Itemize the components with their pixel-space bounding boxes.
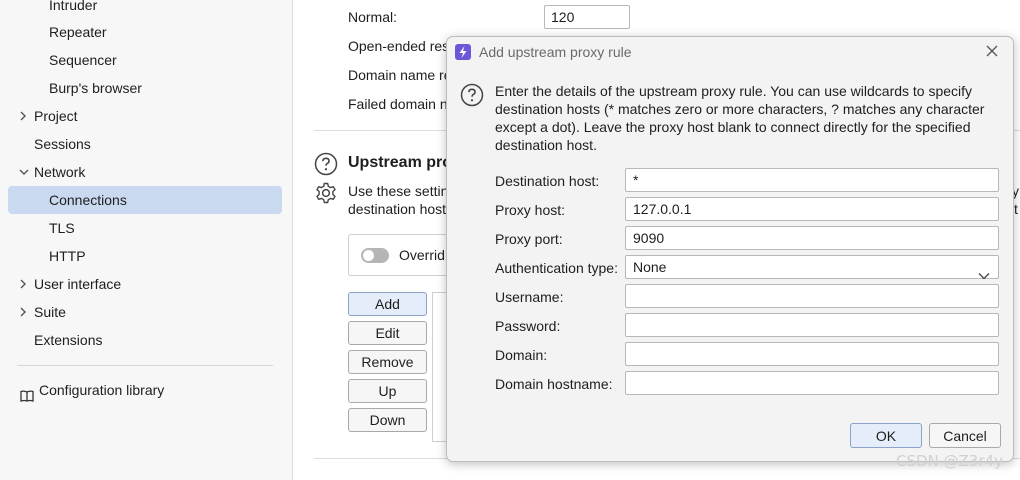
burp-logo-icon <box>455 44 471 60</box>
chevron-down-icon <box>978 264 990 286</box>
chevron-right-icon[interactable] <box>18 102 30 130</box>
sidebar-item-label: Repeater <box>49 24 107 40</box>
proxy-host-label: Proxy host: <box>495 202 566 218</box>
sidebar-item-label: Project <box>34 108 78 124</box>
sidebar-item-label: User interface <box>34 276 122 292</box>
sidebar-item-http[interactable]: HTTP <box>8 242 282 270</box>
book-icon <box>20 384 34 410</box>
override-toggle[interactable] <box>361 248 389 263</box>
watermark-text: CSDN @Z3r4y <box>896 452 1003 470</box>
upstream-description-overflow: t <box>1014 201 1018 217</box>
sidebar-item-label: Sequencer <box>49 52 117 68</box>
upstream-proxy-section-title: Upstream pro <box>348 154 453 171</box>
configuration-library-label: Configuration library <box>39 382 165 398</box>
chevron-right-icon[interactable] <box>18 298 30 326</box>
sidebar-item-suite[interactable]: Suite <box>8 298 282 326</box>
upstream-description-line2: destination host <box>348 201 447 217</box>
override-option-box: Overrid <box>348 234 458 276</box>
domain-resolution-timeout-label: Domain name re <box>348 67 452 83</box>
sidebar-item-sequencer[interactable]: Sequencer <box>8 46 282 74</box>
sidebar-item-label: TLS <box>49 220 75 236</box>
failed-domain-timeout-label: Failed domain n <box>348 96 448 112</box>
sidebar-item-label: Suite <box>34 304 66 320</box>
username-label: Username: <box>495 289 564 305</box>
remove-rule-button[interactable]: Remove <box>348 350 427 374</box>
sidebar-item-label: HTTP <box>49 248 86 264</box>
sidebar-item-label: Intruder <box>49 0 98 13</box>
add-upstream-proxy-rule-dialog: Add upstream proxy rule Enter the detail… <box>446 36 1014 462</box>
sidebar-item-label: Sessions <box>34 136 91 152</box>
open-ended-timeout-label: Open-ended res <box>348 38 450 54</box>
sidebar-item-label: Burp's browser <box>49 80 142 96</box>
domain-hostname-label: Domain hostname: <box>495 376 613 392</box>
sidebar-item-burps-browser[interactable]: Burp's browser <box>8 74 282 102</box>
help-icon[interactable] <box>314 152 338 179</box>
dialog-description: Enter the details of the upstream proxy … <box>495 83 985 153</box>
sidebar-item-intruder[interactable]: Intruder <box>8 0 282 19</box>
chevron-right-icon[interactable] <box>18 270 30 298</box>
move-down-button[interactable]: Down <box>348 408 427 432</box>
proxy-port-field[interactable]: 9090 <box>625 226 999 250</box>
sidebar-item-repeater[interactable]: Repeater <box>8 18 282 46</box>
sidebar-item-network[interactable]: Network <box>8 158 282 186</box>
sidebar-divider <box>17 365 273 366</box>
domain-hostname-field[interactable] <box>625 371 999 395</box>
sidebar-item-connections[interactable]: Connections <box>8 186 282 214</box>
domain-field[interactable] <box>625 342 999 366</box>
password-label: Password: <box>495 318 561 334</box>
proxy-host-field[interactable]: 127.0.0.1 <box>625 197 999 221</box>
ok-button[interactable]: OK <box>850 423 922 448</box>
destination-host-field[interactable]: * <box>625 168 999 192</box>
authentication-type-value: None <box>633 259 667 275</box>
chevron-down-icon[interactable] <box>18 158 30 186</box>
destination-host-label: Destination host: <box>495 173 600 189</box>
username-field[interactable] <box>625 284 999 308</box>
password-field[interactable] <box>625 313 999 337</box>
settings-sidebar: Intruder Repeater Sequencer Burp's brows… <box>0 0 293 480</box>
dialog-titlebar: Add upstream proxy rule <box>447 37 1013 67</box>
normal-timeout-field[interactable]: 120 <box>544 5 630 29</box>
proxy-port-label: Proxy port: <box>495 231 563 247</box>
help-icon <box>460 83 484 110</box>
upstream-description-line1: Use these settin <box>348 183 449 199</box>
cancel-button[interactable]: Cancel <box>929 423 1001 448</box>
dialog-title: Add upstream proxy rule <box>479 44 632 60</box>
sidebar-item-label: Extensions <box>34 332 103 348</box>
domain-label: Domain: <box>495 347 548 363</box>
edit-rule-button[interactable]: Edit <box>348 321 427 345</box>
sidebar-item-extensions[interactable]: Extensions <box>8 326 282 354</box>
sidebar-item-tls[interactable]: TLS <box>8 214 282 242</box>
move-up-button[interactable]: Up <box>348 379 427 403</box>
close-icon[interactable] <box>985 44 999 58</box>
sidebar-item-user-interface[interactable]: User interface <box>8 270 282 298</box>
gear-icon[interactable] <box>314 181 338 208</box>
toggle-knob <box>363 250 374 261</box>
add-rule-button[interactable]: Add <box>348 292 427 316</box>
sidebar-item-sessions[interactable]: Sessions <box>8 130 282 158</box>
sidebar-item-label: Connections <box>49 192 127 208</box>
sidebar-item-project[interactable]: Project <box>8 102 282 130</box>
authentication-type-label: Authentication type: <box>495 260 618 276</box>
override-label: Overrid <box>399 247 445 263</box>
normal-timeout-label: Normal: <box>348 9 398 25</box>
authentication-type-select[interactable]: None <box>625 255 999 280</box>
sidebar-item-label: Network <box>34 164 86 180</box>
